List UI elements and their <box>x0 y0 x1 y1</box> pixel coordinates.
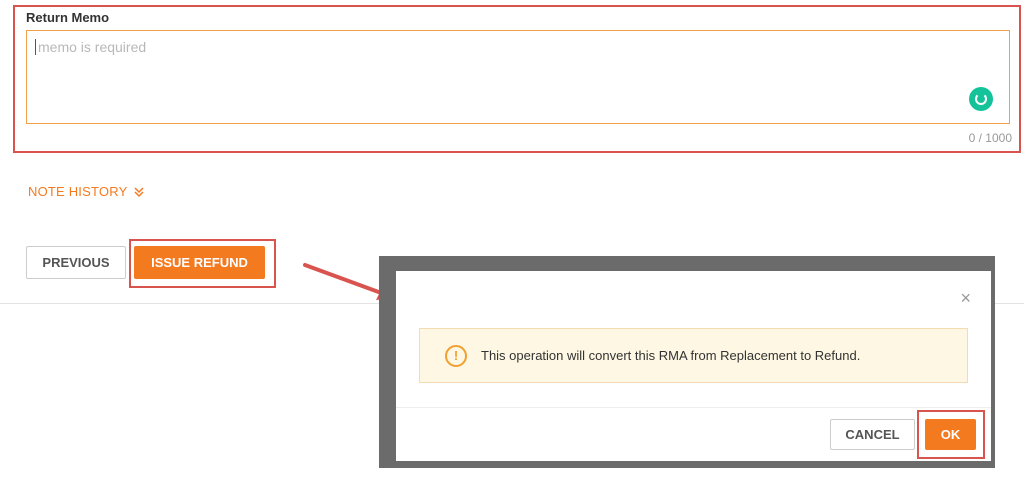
previous-button[interactable]: PREVIOUS <box>26 246 126 279</box>
dialog-footer-divider <box>396 407 991 408</box>
note-history-toggle[interactable]: NOTE HISTORY <box>28 184 145 199</box>
warning-icon: ! <box>445 344 467 367</box>
double-chevron-down-icon <box>134 186 144 197</box>
memo-highlight-box <box>13 5 1021 153</box>
ok-highlight-box <box>917 410 985 459</box>
note-history-label: NOTE HISTORY <box>28 184 128 199</box>
alert-message: This operation will convert this RMA fro… <box>481 348 861 363</box>
issue-refund-highlight-box <box>129 239 276 288</box>
cancel-button[interactable]: CANCEL <box>830 419 915 450</box>
warning-alert: ! This operation will convert this RMA f… <box>419 328 968 383</box>
close-icon[interactable]: × <box>960 289 971 307</box>
